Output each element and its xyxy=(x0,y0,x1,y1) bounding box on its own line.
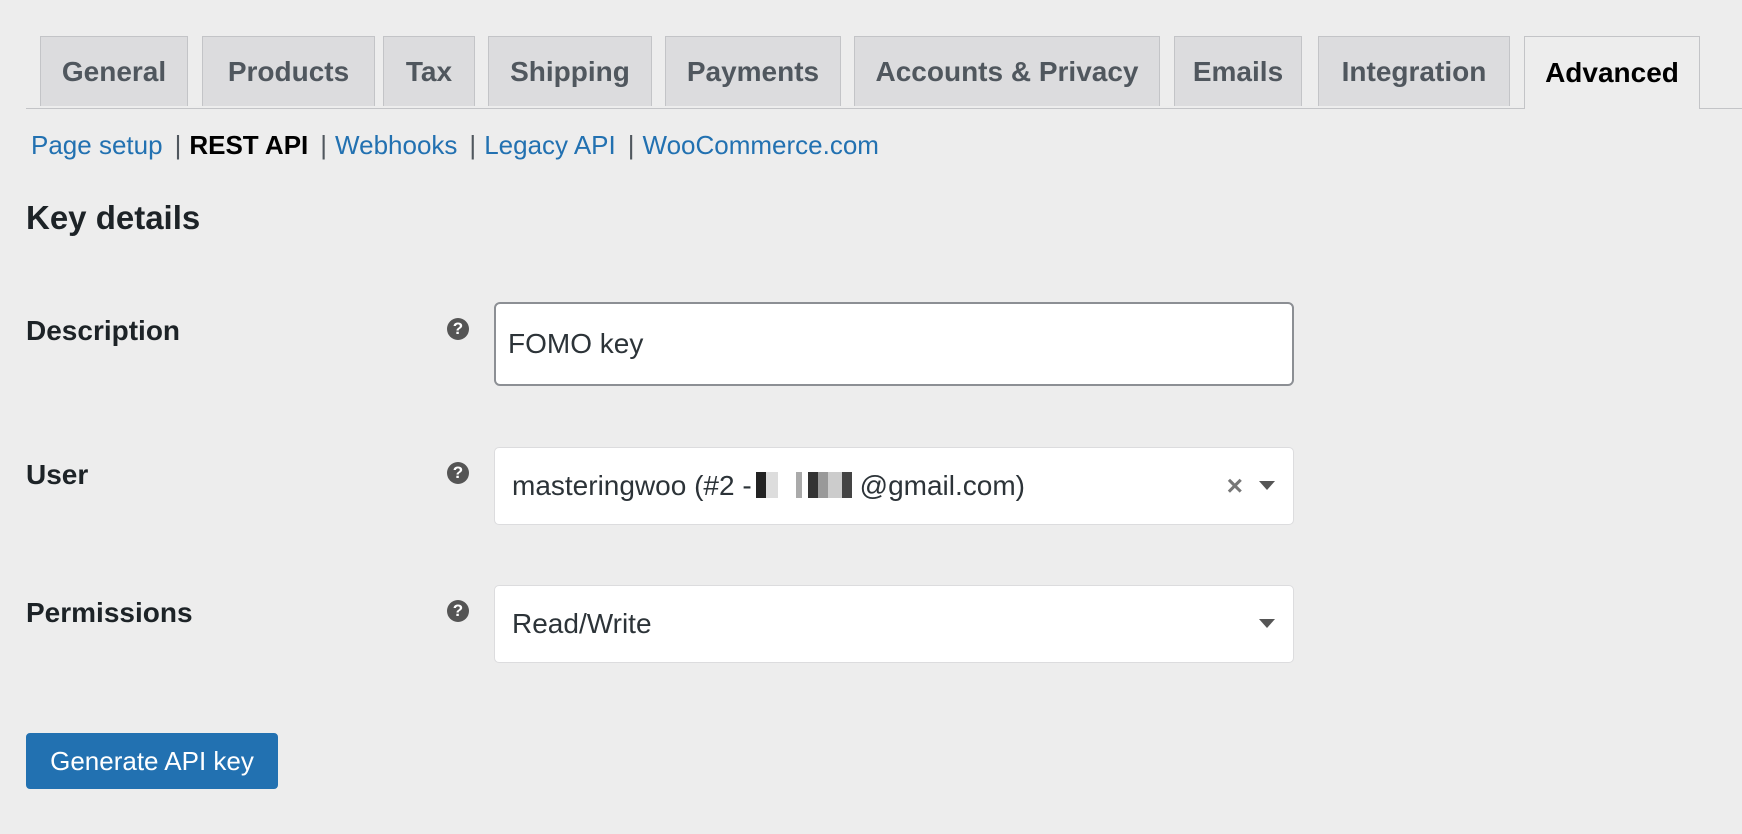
settings-tabs: General Products Tax Shipping Payments A… xyxy=(26,36,1742,109)
tab-integration[interactable]: Integration xyxy=(1318,36,1510,106)
subnav-separator: | xyxy=(174,129,182,160)
subsubsub-nav: Page setup | REST API | Webhooks | Legac… xyxy=(31,128,879,162)
subnav-separator: | xyxy=(320,129,328,160)
tab-accounts-privacy[interactable]: Accounts & Privacy xyxy=(854,36,1160,106)
tab-advanced[interactable]: Advanced xyxy=(1524,36,1700,109)
tab-products[interactable]: Products xyxy=(202,36,375,106)
subnav-separator: | xyxy=(469,129,477,160)
description-help-icon[interactable]: ? xyxy=(447,318,469,340)
permissions-help-icon[interactable]: ? xyxy=(447,600,469,622)
tab-shipping[interactable]: Shipping xyxy=(488,36,652,106)
permissions-label: Permissions xyxy=(26,597,193,628)
subnav-webhooks[interactable]: Webhooks xyxy=(335,130,457,161)
user-select-value: masteringwoo (#2 - @gmail.com) xyxy=(512,470,1025,501)
tab-tax[interactable]: Tax xyxy=(383,36,475,106)
generate-api-key-button[interactable]: Generate API key xyxy=(26,733,278,789)
tab-general[interactable]: General xyxy=(40,36,188,106)
subnav-page-setup[interactable]: Page setup xyxy=(31,130,163,161)
subnav-woocommerce-com[interactable]: WooCommerce.com xyxy=(643,130,879,161)
section-title: Key details xyxy=(26,199,201,236)
subnav-rest-api[interactable]: REST API xyxy=(189,130,308,161)
user-label: User xyxy=(26,459,89,490)
user-help-icon[interactable]: ? xyxy=(447,462,469,484)
user-select[interactable]: masteringwoo (#2 - @gmail.com) × xyxy=(494,447,1294,525)
redacted-email-block xyxy=(755,472,860,498)
chevron-down-icon xyxy=(1259,481,1275,490)
subnav-separator: | xyxy=(627,129,635,160)
permissions-select[interactable]: Read/Write xyxy=(494,585,1294,663)
subnav-legacy-api[interactable]: Legacy API xyxy=(484,130,616,161)
tab-payments[interactable]: Payments xyxy=(665,36,841,106)
description-label: Description xyxy=(26,315,181,346)
tab-emails[interactable]: Emails xyxy=(1174,36,1302,106)
clear-selection-icon[interactable]: × xyxy=(1227,470,1243,502)
description-input[interactable] xyxy=(494,302,1294,386)
permissions-select-value: Read/Write xyxy=(512,608,652,639)
chevron-down-icon xyxy=(1259,619,1275,628)
